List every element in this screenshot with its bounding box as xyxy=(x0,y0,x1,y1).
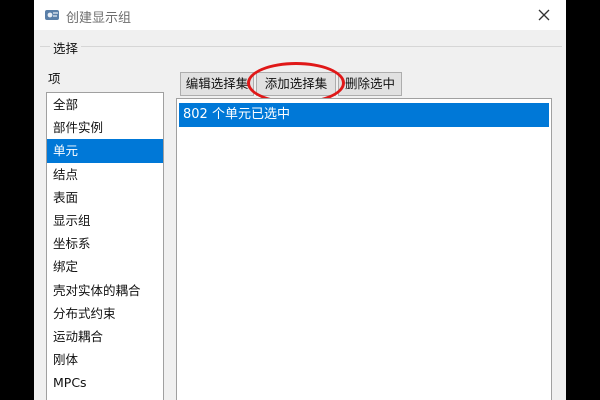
selected-result-row[interactable]: 802 个单元已选中 xyxy=(179,103,549,127)
delete-selected-button[interactable]: 删除选中 xyxy=(338,72,402,96)
list-item[interactable]: 部件实例 xyxy=(47,116,163,139)
list-item[interactable]: 表面 xyxy=(47,186,163,209)
window-title: 创建显示组 xyxy=(66,11,132,26)
title-bar: 创建显示组 xyxy=(34,0,566,30)
list-item[interactable]: 绑定 xyxy=(47,255,163,278)
selection-result-panel[interactable]: 802 个单元已选中 xyxy=(176,98,552,400)
create-display-group-dialog: 创建显示组 选择 项 全部 部件实例 单元 结点 表面 显示组 坐标系 绑定 壳对实体的耦合 分布… xyxy=(34,0,566,400)
list-item[interactable]: 单元 xyxy=(47,139,163,163)
close-icon[interactable] xyxy=(534,5,554,25)
list-item[interactable]: 壳对实体的耦合 xyxy=(47,279,163,302)
group-divider xyxy=(40,46,562,47)
list-item[interactable]: MPCs xyxy=(47,371,163,394)
list-item[interactable]: 显示组 xyxy=(47,209,163,232)
items-label: 项 xyxy=(48,71,61,86)
list-item[interactable]: 坐标系 xyxy=(47,232,163,255)
list-item[interactable]: 全部 xyxy=(47,93,163,116)
item-type-list[interactable]: 全部 部件实例 单元 结点 表面 显示组 坐标系 绑定 壳对实体的耦合 分布式约束 运动耦合 刚体 MP… xyxy=(46,92,164,400)
list-item[interactable]: 分布式约束 xyxy=(47,302,163,325)
list-item[interactable]: 刚体 xyxy=(47,348,163,371)
add-selection-set-button[interactable]: 添加选择集 xyxy=(256,72,336,96)
selection-group-label: 选择 xyxy=(50,38,82,57)
list-item[interactable]: 运动耦合 xyxy=(47,325,163,348)
edit-selection-set-button[interactable]: 编辑选择集 xyxy=(180,72,254,96)
app-icon xyxy=(45,10,59,20)
list-item[interactable]: 结点 xyxy=(47,163,163,186)
